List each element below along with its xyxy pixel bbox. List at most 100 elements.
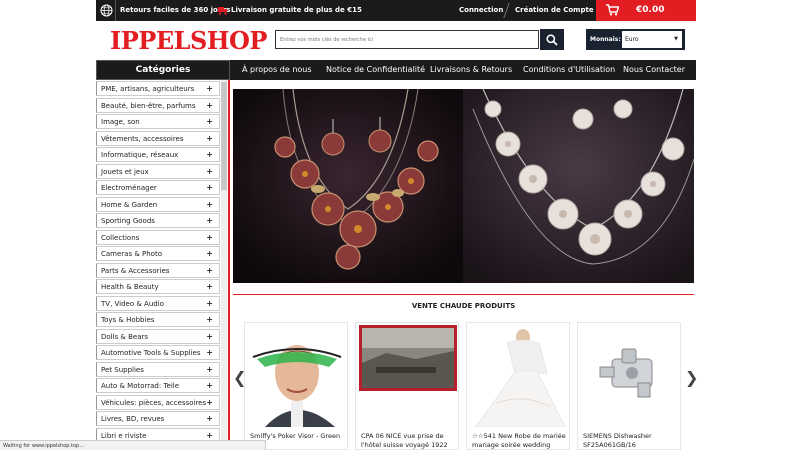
sidebar-item-label: Pet Supplies: [101, 365, 144, 374]
sidebar-item[interactable]: Livres, BD, revues +: [96, 411, 220, 426]
categories-header[interactable]: Catégories: [96, 60, 230, 80]
product-name[interactable]: SIEMENS Dishwasher SF25A061GB/16: [583, 432, 679, 449]
plus-icon: +: [206, 282, 213, 291]
sidebar-item[interactable]: TV, Video & Audio +: [96, 295, 220, 311]
plus-icon: +: [206, 348, 213, 357]
sidebar-item[interactable]: Auto & Motorrad: Teile +: [96, 378, 220, 393]
search-icon: [546, 34, 558, 46]
returns-text: Retours faciles de 360 jours: [120, 6, 231, 14]
sidebar-item-label: Véhicules: pièces, accessoires: [101, 398, 207, 407]
carousel-next-button[interactable]: ❯: [685, 368, 698, 388]
shipping-text: Livraison gratuite de plus de €15: [231, 6, 362, 14]
product-card[interactable]: SIEMENS Dishwasher SF25A061GB/16: [577, 322, 681, 450]
sidebar-item[interactable]: PME, artisans, agriculteurs +: [96, 81, 220, 96]
sidebar-item-label: Toys & Hobbies: [101, 316, 155, 324]
nav-shipping-returns[interactable]: Livraisons & Retours: [430, 60, 512, 80]
sidebar-item[interactable]: Beauté, bien-être, parfums +: [96, 97, 220, 113]
sidebar-item[interactable]: Collections +: [96, 229, 220, 245]
plus-icon: +: [206, 100, 213, 110]
product-name[interactable]: CPA 06 NICE vue prise de l'hôtel suisse …: [361, 432, 457, 449]
chevron-down-icon: ▼: [674, 36, 678, 42]
globe-icon: [100, 4, 113, 17]
sidebar-item[interactable]: Véhicules: pièces, accessoires +: [96, 394, 220, 410]
plus-icon: +: [206, 166, 213, 176]
product-name[interactable]: ☆☆541 New Robe de mariée mariage soirée …: [472, 432, 568, 449]
sidebar-item-label: Dolls & Bears: [101, 332, 149, 341]
currency-select[interactable]: Euro ▼: [622, 31, 682, 48]
plus-icon: +: [206, 298, 213, 308]
sidebar-scroll-thumb[interactable]: [221, 82, 227, 190]
sidebar-item-label: Cameras & Photo: [101, 250, 162, 258]
hero-banner[interactable]: [233, 89, 694, 283]
plus-icon: +: [206, 183, 213, 192]
sidebar-item[interactable]: Pet Supplies +: [96, 361, 220, 377]
sidebar-item[interactable]: Sporting Goods +: [96, 213, 220, 228]
product-image: [578, 323, 680, 427]
plus-icon: +: [206, 249, 213, 258]
sidebar-item[interactable]: Parts & Accessories +: [96, 262, 220, 278]
status-bar: Waiting for www.ippelshop.top...: [0, 440, 266, 450]
sidebar-item-label: Image, son: [101, 118, 140, 126]
category-sidebar: PME, artisans, agriculteurs + Beauté, bien…: [96, 80, 220, 450]
cart-button[interactable]: €0.00: [596, 0, 696, 21]
site-logo[interactable]: IPPELSHOP: [110, 28, 267, 54]
plus-icon: +: [206, 414, 213, 423]
divider: [228, 80, 230, 450]
divider: [233, 294, 694, 295]
plus-icon: +: [206, 397, 213, 407]
sidebar-item-label: Livres, BD, revues: [101, 415, 165, 423]
create-account-link[interactable]: Création de Compte: [515, 0, 594, 21]
sidebar-item-label: Parts & Accessories: [101, 266, 170, 275]
sidebar-item-label: Auto & Motorrad: Teile: [101, 382, 180, 390]
login-link[interactable]: Connection: [459, 0, 503, 21]
nav-privacy[interactable]: Notice de Confidentialité: [326, 60, 425, 80]
top-bar: Retours faciles de 360 jours Livraison g…: [96, 0, 696, 21]
product-card[interactable]: Smiffy's Poker Visor - Green: [244, 322, 348, 450]
sidebar-item-label: Libri e riviste: [101, 431, 147, 440]
plus-icon: +: [206, 199, 213, 209]
sidebar-item[interactable]: Vêtements, accessoires +: [96, 130, 220, 146]
hot-products-title: VENTE CHAUDE PRODUITS: [411, 302, 516, 310]
sidebar-item[interactable]: Dolls & Bears +: [96, 328, 220, 344]
currency-value: Euro: [625, 36, 639, 43]
cart-icon: [606, 4, 619, 16]
plus-icon: +: [206, 265, 213, 275]
sidebar-item[interactable]: Toys & Hobbies +: [96, 312, 220, 327]
currency-label: Monnais:: [590, 36, 621, 43]
plus-icon: +: [206, 315, 213, 324]
product-image: [467, 323, 569, 427]
nav-about[interactable]: À propos de nous: [242, 60, 312, 80]
product-card[interactable]: CPA 06 NICE vue prise de l'hôtel suisse …: [355, 322, 459, 450]
sidebar-item-label: Sporting Goods: [101, 217, 155, 225]
nav-contact[interactable]: Nous Contacter: [623, 60, 685, 80]
truck-icon: [218, 7, 227, 15]
search-button[interactable]: [540, 29, 564, 50]
sidebar-item-label: Health & Beauty: [101, 283, 159, 291]
plus-icon: +: [206, 331, 213, 341]
sidebar-item-label: Electroménager: [101, 184, 157, 192]
plus-icon: +: [206, 216, 213, 225]
nav-terms[interactable]: Conditions d'Utilisation: [523, 60, 615, 80]
plus-icon: +: [206, 133, 213, 143]
product-card[interactable]: ☆☆541 New Robe de mariée mariage soirée …: [466, 322, 570, 450]
plus-icon: +: [206, 381, 213, 390]
search-input[interactable]: [275, 30, 539, 49]
sidebar-item[interactable]: Health & Beauty +: [96, 279, 220, 294]
plus-icon: +: [206, 84, 213, 93]
plus-icon: +: [206, 232, 213, 242]
sidebar-item[interactable]: Automotive Tools & Supplies +: [96, 345, 220, 360]
sidebar-item[interactable]: Image, son +: [96, 114, 220, 129]
currency-selector: Monnais: Euro ▼: [586, 29, 685, 50]
sidebar-item[interactable]: Electroménager +: [96, 180, 220, 195]
sidebar-item[interactable]: Informatique, réseaux +: [96, 147, 220, 162]
sidebar-item-label: Collections: [101, 233, 140, 242]
main-nav: Catégories À propos de nous Notice de Co…: [96, 60, 696, 80]
sidebar-item[interactable]: Jouets et jeux +: [96, 163, 220, 179]
sidebar-item-label: Home & Garden: [101, 200, 158, 209]
plus-icon: +: [206, 117, 213, 126]
product-image: [245, 323, 347, 427]
sidebar-item-label: Beauté, bien-être, parfums: [101, 101, 196, 110]
sidebar-item[interactable]: Home & Garden +: [96, 196, 220, 212]
product-image: [356, 323, 458, 427]
sidebar-item[interactable]: Cameras & Photo +: [96, 246, 220, 261]
